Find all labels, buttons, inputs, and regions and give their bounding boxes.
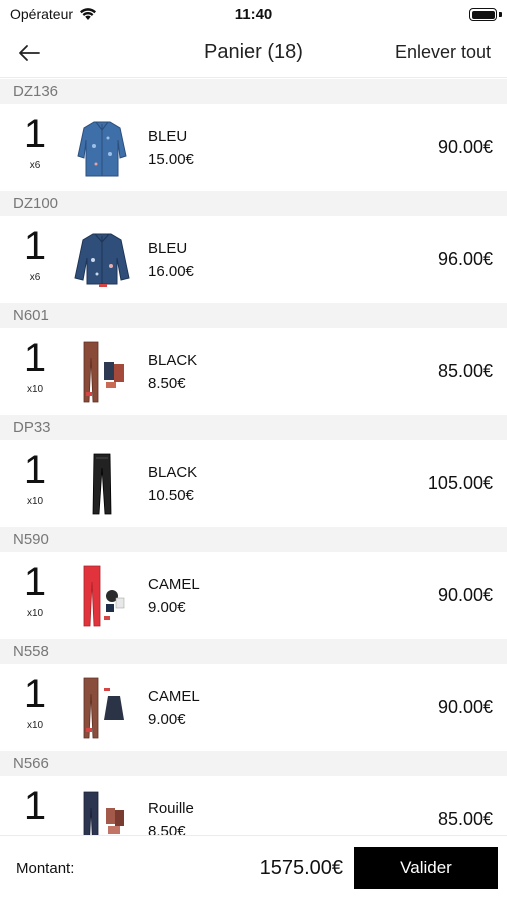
section-header: DP33 — [0, 415, 507, 440]
amount-total: 1575.00€ — [259, 856, 343, 879]
item-unit-price: 8.50€ — [148, 374, 186, 392]
item-color: Rouille — [148, 799, 194, 817]
cart-item-row[interactable]: 1 x10 BLACK 8.50€ 85.00€ — [0, 328, 507, 415]
quantity-value: 1 — [23, 448, 47, 492]
back-button[interactable] — [14, 40, 44, 66]
item-info: CAMEL 9.00€ — [148, 576, 200, 616]
quantity-value: 1 — [23, 224, 47, 268]
section-header: N601 — [0, 303, 507, 328]
item-info: Rouille 8.50€ — [148, 800, 194, 836]
item-color: BLEU — [148, 127, 188, 145]
battery-icon — [469, 8, 497, 21]
item-unit-price: 10.50€ — [148, 486, 194, 504]
item-total: 105.00€ — [427, 473, 493, 493]
section-header: N566 — [0, 751, 507, 776]
item-total: 96.00€ — [437, 249, 493, 269]
item-info: BLACK 8.50€ — [148, 352, 197, 392]
cart-item-row[interactable]: 1 Rouille 8.50€ 85.00€ — [0, 776, 507, 835]
item-color: CAMEL — [148, 687, 200, 705]
quantity-value: 1 — [23, 560, 47, 604]
quantity-box[interactable]: 1 x6 — [0, 104, 70, 191]
item-unit-price: 9.00€ — [148, 710, 186, 728]
status-left: Opérateur — [10, 6, 97, 22]
quantity-box[interactable]: 1 x10 — [0, 552, 70, 639]
cart-list[interactable]: DZ136 1 x6 BLEU 15.00€ 90.00€ DZ100 1 x6 — [0, 79, 507, 835]
product-thumbnail[interactable] — [70, 673, 134, 743]
item-color: BLACK — [148, 351, 198, 369]
item-total: 90.00€ — [437, 697, 493, 717]
item-color: BLACK — [148, 463, 198, 481]
item-unit-price: 8.50€ — [148, 822, 186, 836]
battery-tip — [499, 12, 502, 17]
item-info: BLEU 16.00€ — [148, 240, 194, 280]
product-thumbnail[interactable] — [70, 337, 134, 407]
section-header: N590 — [0, 527, 507, 552]
quantity-value: 1 — [23, 112, 47, 156]
product-thumbnail[interactable] — [70, 785, 134, 835]
quantity-value: 1 — [23, 672, 47, 716]
section-header: N558 — [0, 639, 507, 664]
clear-all-button[interactable]: Enlever tout — [395, 42, 491, 63]
pack-multiplier: x6 — [29, 272, 41, 283]
item-unit-price: 15.00€ — [148, 150, 194, 168]
wifi-icon — [80, 8, 97, 20]
arrow-left-icon — [19, 45, 40, 61]
quantity-box[interactable]: 1 x10 — [0, 328, 70, 415]
item-unit-price: 9.00€ — [148, 598, 186, 616]
quantity-box[interactable]: 1 x10 — [0, 440, 70, 527]
product-thumbnail[interactable] — [70, 449, 134, 519]
pack-multiplier: x10 — [26, 496, 44, 507]
item-info: BLEU 15.00€ — [148, 128, 194, 168]
quantity-box[interactable]: 1 x10 — [0, 664, 70, 751]
cart-footer: Montant: 1575.00€ Valider — [0, 835, 507, 900]
cart-item-row[interactable]: 1 x10 BLACK 10.50€ 105.00€ — [0, 440, 507, 527]
quantity-value: 1 — [23, 784, 47, 828]
item-total: 85.00€ — [437, 361, 493, 381]
validate-button[interactable]: Valider — [354, 847, 498, 889]
cart-item-row[interactable]: 1 x6 BLEU 16.00€ 96.00€ — [0, 216, 507, 303]
pack-multiplier: x10 — [26, 720, 44, 731]
carrier-label: Opérateur — [10, 6, 74, 22]
pack-multiplier: x6 — [29, 160, 41, 171]
item-total: 90.00€ — [437, 585, 493, 605]
item-total: 90.00€ — [437, 137, 493, 157]
item-info: CAMEL 9.00€ — [148, 688, 200, 728]
cart-item-row[interactable]: 1 x10 CAMEL 9.00€ 90.00€ — [0, 664, 507, 751]
product-thumbnail[interactable] — [70, 225, 134, 295]
nav-bar: Panier (18) Enlever tout — [0, 28, 507, 78]
cart-item-row[interactable]: 1 x10 CAMEL 9.00€ 90.00€ — [0, 552, 507, 639]
quantity-value: 1 — [23, 336, 47, 380]
item-info: BLACK 10.50€ — [148, 464, 197, 504]
item-unit-price: 16.00€ — [148, 262, 194, 280]
product-thumbnail[interactable] — [70, 113, 134, 183]
item-total: 85.00€ — [437, 809, 493, 829]
section-header: DZ100 — [0, 191, 507, 216]
quantity-box[interactable]: 1 — [0, 776, 70, 835]
quantity-box[interactable]: 1 x6 — [0, 216, 70, 303]
status-bar: Opérateur 11:40 — [0, 0, 507, 28]
section-header: DZ136 — [0, 79, 507, 104]
amount-label: Montant: — [16, 859, 75, 877]
cart-item-row[interactable]: 1 x6 BLEU 15.00€ 90.00€ — [0, 104, 507, 191]
item-color: BLEU — [148, 239, 188, 257]
pack-multiplier: x10 — [26, 384, 44, 395]
pack-multiplier: x10 — [26, 608, 44, 619]
product-thumbnail[interactable] — [70, 561, 134, 631]
item-color: CAMEL — [148, 575, 200, 593]
